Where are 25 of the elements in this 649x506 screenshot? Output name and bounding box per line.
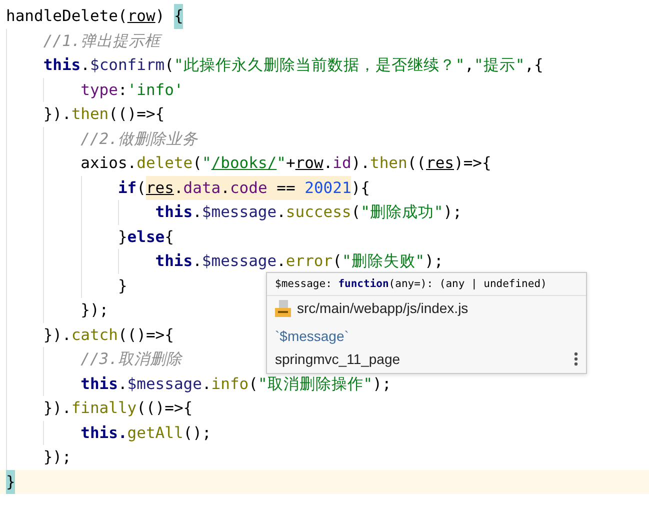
code-line: handleDelete(row) {: [6, 4, 184, 28]
file-path: src/main/webapp/js/index.js: [297, 299, 468, 317]
code-line: //1.弹出提示框: [43, 30, 161, 52]
code-line: });: [43, 447, 72, 468]
project-name: springmvc_11_page: [275, 350, 400, 368]
code-line: if(res.data.code == 20021){: [118, 176, 370, 200]
code-line: this.$message.error("删除失败");: [155, 251, 444, 272]
code-line: this.$message.success("删除成功");: [155, 202, 462, 223]
code-line: this.$message.info("取消删除操作");: [80, 374, 392, 394]
code-line: this.$confirm("此操作永久删除当前数据，是否继续？","提示",{: [43, 55, 544, 76]
code-line: axios.delete("/books/"+row.id).then((res)=>{: [80, 153, 492, 174]
code-line: });: [80, 300, 109, 321]
type-signature: $message: function(any=): (any | undefined): [267, 276, 586, 296]
code-line: }).then(()=>{: [43, 104, 165, 125]
code-line: //3.取消删除: [80, 349, 182, 370]
code-line: }else{: [118, 226, 174, 248]
symbol-name: `$message`: [275, 327, 350, 345]
code-line: //2.做删除业务: [80, 128, 198, 150]
js-file-icon: [275, 299, 291, 317]
code-line: type:'info': [80, 80, 184, 100]
code-line: }: [118, 276, 128, 296]
more-icon[interactable]: [574, 352, 578, 366]
code-line: this.getAll();: [80, 422, 212, 444]
code-line: }).finally(()=>{: [43, 398, 193, 419]
code-line: }).catch(()=>{: [43, 324, 174, 346]
